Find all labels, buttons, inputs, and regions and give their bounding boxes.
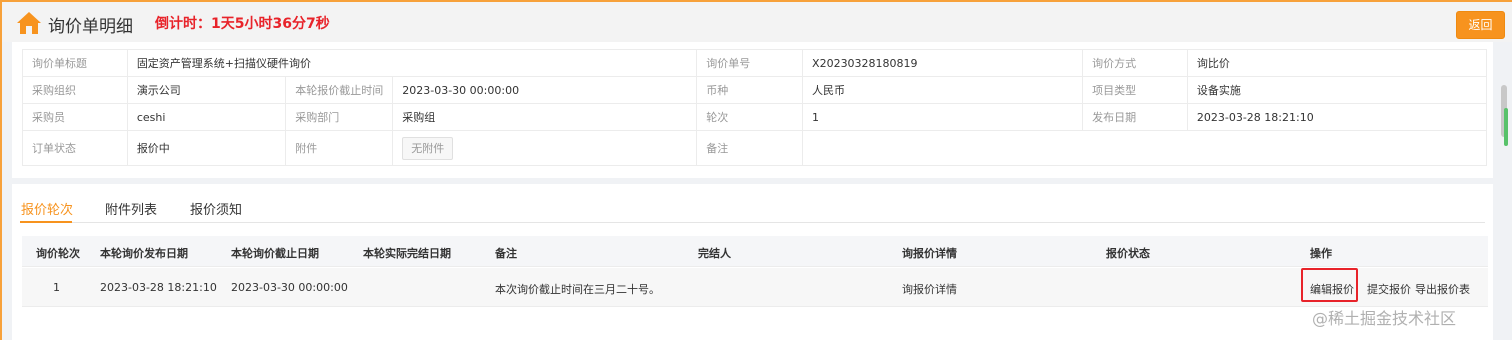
deadline-value: 2023-03-30 00:00:00 [392,76,698,104]
project-type-value: 设备实施 [1186,76,1488,104]
inquiry-info-table: 询价单标题 固定资产管理系统+扫描仪硬件询价 询价单号 X20230328180… [22,49,1488,166]
remark-label: 备注 [696,130,804,166]
number-value: X20230328180819 [802,49,1084,77]
tab-attachments[interactable]: 附件列表 [105,199,157,218]
export-quote-link[interactable]: 导出报价表 [1415,281,1470,297]
dept-value: 采购组 [392,103,698,131]
dept-label: 采购部门 [285,103,394,131]
col-status: 报价状态 [1106,247,1150,260]
publish-label: 发布日期 [1082,103,1188,131]
number-label: 询价单号 [696,49,804,77]
col-publish: 本轮询价发布日期 [100,247,188,260]
col-closer: 完结人 [698,247,731,260]
page-header: 询价单明细 倒计时：1天5小时36分7秒 返回 [2,2,1512,42]
back-button[interactable]: 返回 [1456,11,1505,39]
org-value: 演示公司 [126,76,287,104]
col-remark: 备注 [495,247,517,260]
title-value: 固定资产管理系统+扫描仪硬件询价 [126,49,698,77]
scroll-indicator [1504,108,1508,146]
rounds-panel: 报价轮次 附件列表 报价须知 询价轮次 本轮询价发布日期 本轮询价截止日期 本轮… [12,184,1493,340]
attachment-cell: 无附件 [392,130,698,166]
table-header: 询价轮次 本轮询价发布日期 本轮询价截止日期 本轮实际完结日期 备注 完结人 询… [22,236,1488,267]
col-detail: 询报价详情 [902,247,957,260]
col-actual-end: 本轮实际完结日期 [363,247,451,260]
page-title: 询价单明细 [48,17,133,37]
home-icon[interactable] [16,11,42,35]
buyer-label: 采购员 [22,103,128,131]
currency-label: 币种 [696,76,804,104]
publish-value: 2023-03-28 18:21:10 [1186,103,1488,131]
col-deadline: 本轮询价截止日期 [231,247,319,260]
tab-bar: 报价轮次 附件列表 报价须知 [20,184,1485,223]
no-attachment-button[interactable]: 无附件 [402,136,454,160]
currency-value: 人民币 [802,76,1084,104]
cell-remark: 本次询价截止时间在三月二十号。 [495,283,660,296]
buyer-value: ceshi [126,103,287,131]
edit-highlight-box [1301,268,1358,302]
watermark: @稀土掘金技术社区 [1312,309,1457,328]
round-value: 1 [802,103,1084,131]
countdown-timer: 倒计时：1天5小时36分7秒 [155,16,330,32]
table-row: 1 2023-03-28 18:21:10 2023-03-30 00:00:0… [22,268,1488,307]
remark-value [802,130,1487,166]
submit-quote-link[interactable]: 提交报价 [1367,281,1411,297]
status-value: 报价中 [126,130,287,166]
tab-quote-notes[interactable]: 报价须知 [190,199,242,218]
method-value: 询比价 [1186,49,1488,77]
title-label: 询价单标题 [22,49,128,77]
project-type-label: 项目类型 [1082,76,1188,104]
active-tab-indicator [20,221,72,223]
col-round: 询价轮次 [36,247,80,260]
col-actions: 操作 [1310,247,1332,260]
cell-publish: 2023-03-28 18:21:10 [100,281,217,294]
cell-deadline: 2023-03-30 00:00:00 [231,281,348,294]
tab-quote-rounds[interactable]: 报价轮次 [21,199,73,218]
attachment-label: 附件 [285,130,394,166]
status-label: 订单状态 [22,130,128,166]
round-label: 轮次 [696,103,804,131]
inquiry-info-panel: 询价单标题 固定资产管理系统+扫描仪硬件询价 询价单号 X20230328180… [12,42,1493,178]
cell-round: 1 [53,281,60,294]
org-label: 采购组织 [22,76,128,104]
deadline-label: 本轮报价截止时间 [285,76,394,104]
method-label: 询价方式 [1082,49,1188,77]
detail-link[interactable]: 询报价详情 [902,281,957,297]
